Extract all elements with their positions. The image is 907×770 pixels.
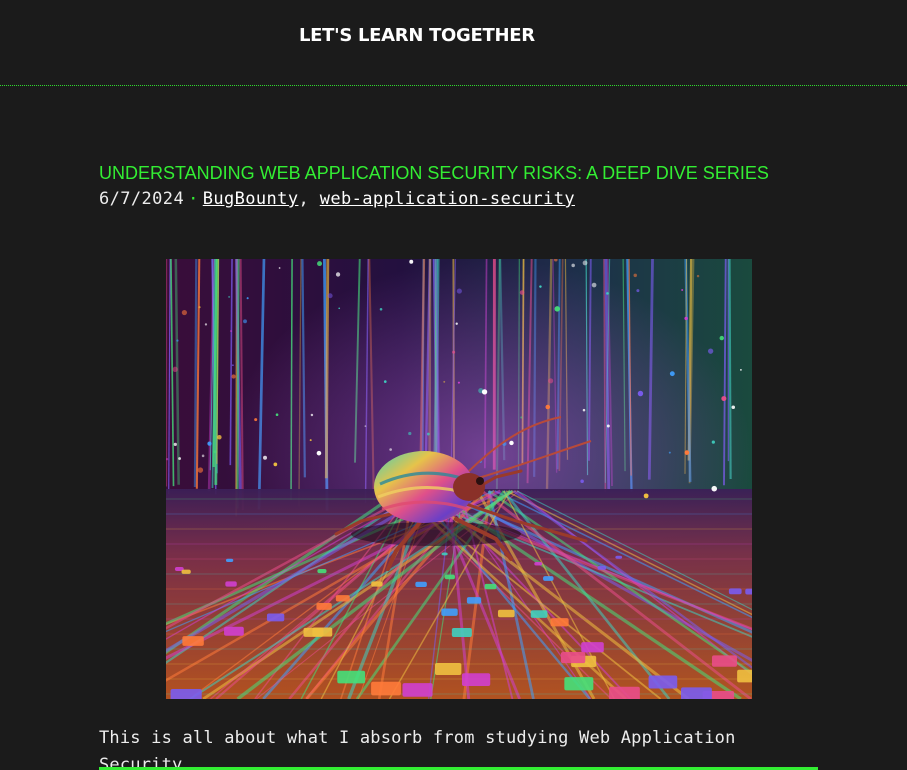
site-header: LET'S LEARN TOGETHER (0, 0, 907, 86)
post-title-link[interactable]: UNDERSTANDING WEB APPLICATION SECURITY R… (99, 163, 769, 184)
cover-illustration (166, 259, 752, 699)
tag-link-bugbounty[interactable]: BugBounty (203, 189, 299, 209)
post-cover-image[interactable] (166, 259, 752, 699)
tag-link-web-application-security[interactable]: web-application-security (320, 189, 575, 209)
site-title-link[interactable]: LET'S LEARN TOGETHER (299, 25, 535, 46)
tag-joiner: , (298, 189, 310, 209)
post-excerpt: This is all about what I absorb from stu… (99, 728, 736, 770)
post-date: 6/7/2024 (99, 189, 185, 209)
post-meta: 6/7/2024 · BugBounty, web-application-secu… (99, 189, 575, 209)
meta-separator: · (188, 189, 199, 209)
